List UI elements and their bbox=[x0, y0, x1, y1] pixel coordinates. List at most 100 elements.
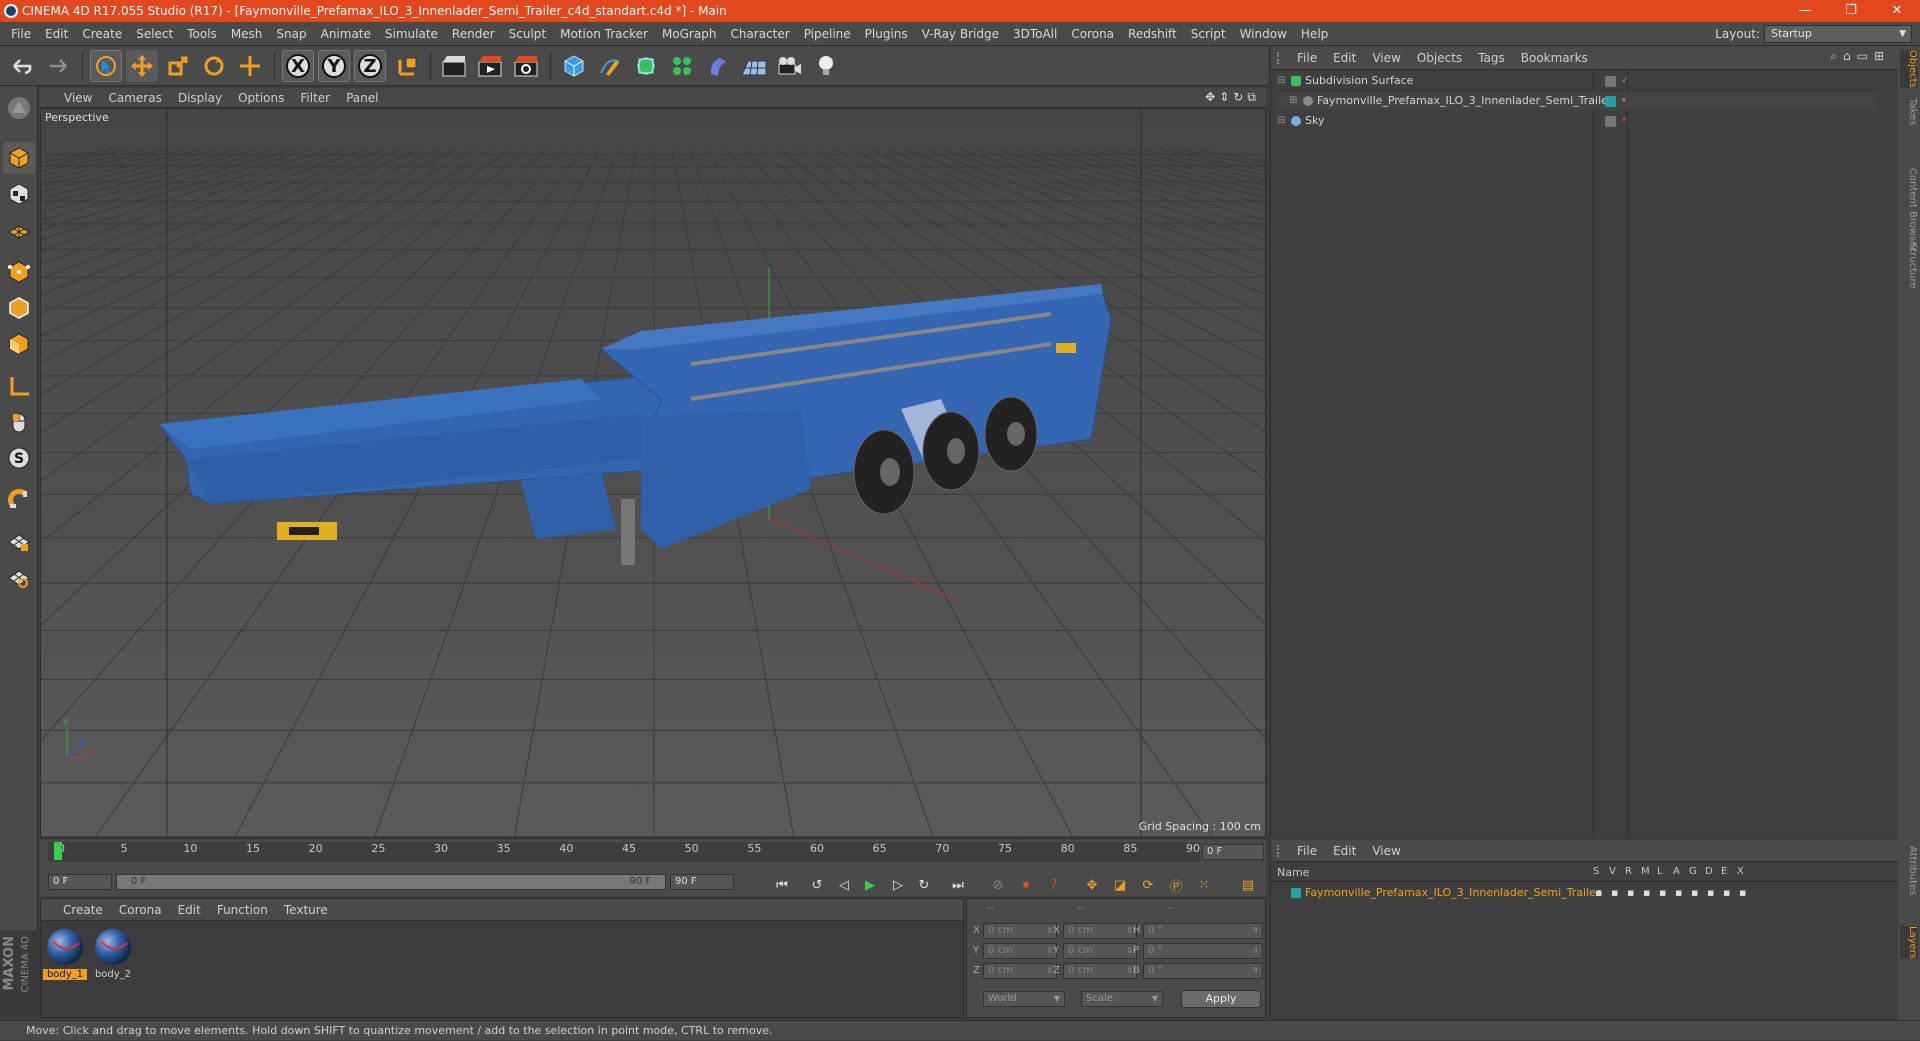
layer-row[interactable]: Faymonville_Prefamax_ILO_3_Innenlader_Se… bbox=[1277, 884, 1893, 902]
material-swatch[interactable]: body_1 bbox=[43, 925, 87, 985]
menu-item-mesh[interactable]: Mesh bbox=[224, 22, 270, 46]
polygons-mode-button[interactable] bbox=[3, 328, 35, 360]
timeline-window-button[interactable]: ▤ bbox=[1236, 874, 1260, 896]
render-view-button[interactable] bbox=[438, 50, 470, 82]
menu-item-create[interactable]: Create bbox=[75, 22, 129, 46]
material-menu-texture[interactable]: Texture bbox=[276, 899, 336, 921]
workplane-mode-button[interactable] bbox=[3, 214, 35, 246]
add-cube-button[interactable] bbox=[558, 50, 590, 82]
right-tab-takes[interactable]: Takes bbox=[1900, 98, 1918, 125]
menu-item-simulate[interactable]: Simulate bbox=[378, 22, 445, 46]
viewport-perspective[interactable]: Perspective Y X Z Grid Spacing : 100 cm bbox=[40, 108, 1266, 838]
object-menu-objects[interactable]: Objects bbox=[1409, 46, 1470, 70]
apply-button[interactable]: Apply bbox=[1181, 990, 1261, 1008]
key-pla-button[interactable]: ⁙ bbox=[1192, 874, 1216, 896]
tweak-mode-button[interactable] bbox=[3, 406, 35, 438]
object-menu-edit[interactable]: Edit bbox=[1325, 46, 1364, 70]
layout-select[interactable]: Startup ▼ bbox=[1764, 25, 1912, 43]
object-row[interactable]: ⊟ Sky • bbox=[1277, 112, 1877, 130]
menu-item-motion-tracker[interactable]: Motion Tracker bbox=[553, 22, 655, 46]
edges-mode-button[interactable] bbox=[3, 292, 35, 324]
material-menu-edit[interactable]: Edit bbox=[170, 899, 209, 921]
coord-value-field[interactable]: 0 ° ⇕ bbox=[1143, 923, 1263, 939]
start-frame-field[interactable]: 0 F bbox=[48, 874, 112, 890]
record-keys-button[interactable]: ⊘ bbox=[986, 874, 1010, 896]
layer-flag-r-icon[interactable]: ▪ bbox=[1627, 884, 1634, 902]
menu-item-window[interactable]: Window bbox=[1233, 22, 1294, 46]
add-spline-button[interactable] bbox=[594, 50, 626, 82]
scale-tool-button[interactable] bbox=[162, 50, 194, 82]
y-axis-lock-button[interactable]: Y bbox=[318, 50, 350, 82]
layer-flag-x-icon[interactable]: ▪ bbox=[1739, 884, 1746, 902]
previous-key-button[interactable]: ↺ bbox=[805, 874, 829, 896]
points-mode-button[interactable] bbox=[3, 256, 35, 288]
coord-value-field[interactable]: 0 cm ⇕ bbox=[983, 943, 1057, 959]
viewport-menu-view[interactable]: View bbox=[56, 88, 100, 108]
axis-mode-button[interactable] bbox=[3, 370, 35, 402]
material-swatch[interactable]: body_2 bbox=[91, 925, 135, 985]
menu-item-script[interactable]: Script bbox=[1184, 22, 1233, 46]
menu-item-character[interactable]: Character bbox=[723, 22, 796, 46]
menu-item-help[interactable]: Help bbox=[1294, 22, 1335, 46]
menu-item-corona[interactable]: Corona bbox=[1064, 22, 1121, 46]
render-dot-icon[interactable]: • bbox=[1621, 112, 1627, 130]
menu-item-select[interactable]: Select bbox=[129, 22, 180, 46]
layer-flag-v-icon[interactable]: ▪ bbox=[1611, 884, 1618, 902]
add-floor-button[interactable] bbox=[738, 50, 770, 82]
viewport-menu-panel[interactable]: Panel bbox=[338, 88, 386, 108]
material-menu-function[interactable]: Function bbox=[209, 899, 276, 921]
z-axis-lock-button[interactable]: Z bbox=[354, 50, 386, 82]
make-editable-button[interactable] bbox=[3, 92, 35, 124]
object-row[interactable]: ⊟ Subdivision Surface ✓ bbox=[1277, 72, 1877, 90]
right-tab-attributes[interactable]: Attributes bbox=[1900, 846, 1918, 895]
menu-item-edit[interactable]: Edit bbox=[38, 22, 75, 46]
pan-view-icon[interactable]: ✥ bbox=[1205, 90, 1219, 104]
add-light-button[interactable] bbox=[810, 50, 842, 82]
menu-item-v-ray-bridge[interactable]: V-Ray Bridge bbox=[915, 22, 1006, 46]
coord-value-field[interactable]: 0 cm ⇕ bbox=[983, 923, 1057, 939]
go-to-start-button[interactable]: ⏮ bbox=[770, 874, 794, 896]
move-tool-button[interactable] bbox=[126, 50, 158, 82]
menu-item-animate[interactable]: Animate bbox=[314, 22, 378, 46]
key-rotation-button[interactable]: ⟳ bbox=[1136, 874, 1160, 896]
expand-toggle-icon[interactable]: ⊟ bbox=[1277, 72, 1285, 90]
next-key-button[interactable]: ↻ bbox=[912, 874, 936, 896]
render-dot-icon[interactable]: • bbox=[1621, 92, 1627, 110]
minimize-button[interactable]: — bbox=[1782, 0, 1828, 22]
key-position-button[interactable]: ✥ bbox=[1080, 874, 1104, 896]
previous-frame-button[interactable]: ◁ bbox=[832, 874, 856, 896]
object-row[interactable]: ⊞ Faymonville_Prefamax_ILO_3_Innenlader_S… bbox=[1277, 92, 1877, 110]
viewport-menu-options[interactable]: Options bbox=[230, 88, 292, 108]
timeline-playhead[interactable] bbox=[54, 842, 62, 860]
render-to-picture-viewer-button[interactable] bbox=[474, 50, 506, 82]
menu-item-pipeline[interactable]: Pipeline bbox=[797, 22, 858, 46]
layer-color-swatch[interactable] bbox=[1291, 888, 1301, 898]
material-menu-corona[interactable]: Corona bbox=[111, 899, 170, 921]
key-scale-button[interactable]: ◪ bbox=[1108, 874, 1132, 896]
menu-item-sculpt[interactable]: Sculpt bbox=[502, 22, 553, 46]
magnet-button[interactable] bbox=[3, 484, 35, 516]
timeline-ruler[interactable]: 051015202530354045505560657075808590 bbox=[48, 842, 1200, 862]
expand-toggle-icon[interactable]: ⊞ bbox=[1289, 92, 1297, 110]
transform-tool-button[interactable] bbox=[234, 50, 266, 82]
expand-icon[interactable]: ⊞ bbox=[1874, 49, 1890, 63]
dolly-view-icon[interactable]: ⇕ bbox=[1219, 90, 1233, 104]
menu-item-snap[interactable]: Snap bbox=[269, 22, 313, 46]
viewport-menu-display[interactable]: Display bbox=[170, 88, 230, 108]
layer-flag-d-icon[interactable]: ▪ bbox=[1707, 884, 1714, 902]
size-mode-select[interactable]: Scale ▼ bbox=[1081, 991, 1163, 1007]
go-to-end-button[interactable]: ⏭ bbox=[946, 874, 970, 896]
material-menu-create[interactable]: Create bbox=[55, 899, 111, 921]
object-menu-view[interactable]: View bbox=[1364, 46, 1408, 70]
object-menu-tags[interactable]: Tags bbox=[1470, 46, 1513, 70]
autokeying-button[interactable]: ⏺ bbox=[1014, 874, 1038, 896]
new-window-icon[interactable]: ▭ bbox=[1857, 49, 1874, 63]
layer-menu-view[interactable]: View bbox=[1364, 840, 1408, 862]
layer-menu-file[interactable]: File bbox=[1289, 840, 1325, 862]
keyframe-selection-button[interactable]: ? bbox=[1042, 874, 1066, 896]
viewport-menu-cameras[interactable]: Cameras bbox=[100, 88, 169, 108]
visibility-toggle-icon[interactable] bbox=[1605, 76, 1616, 87]
coord-value-field[interactable]: 0 cm ⇕ bbox=[1063, 963, 1137, 979]
coord-value-field[interactable]: 0 ° ⇕ bbox=[1143, 943, 1263, 959]
right-tab-structure[interactable]: Structure bbox=[1900, 242, 1918, 289]
